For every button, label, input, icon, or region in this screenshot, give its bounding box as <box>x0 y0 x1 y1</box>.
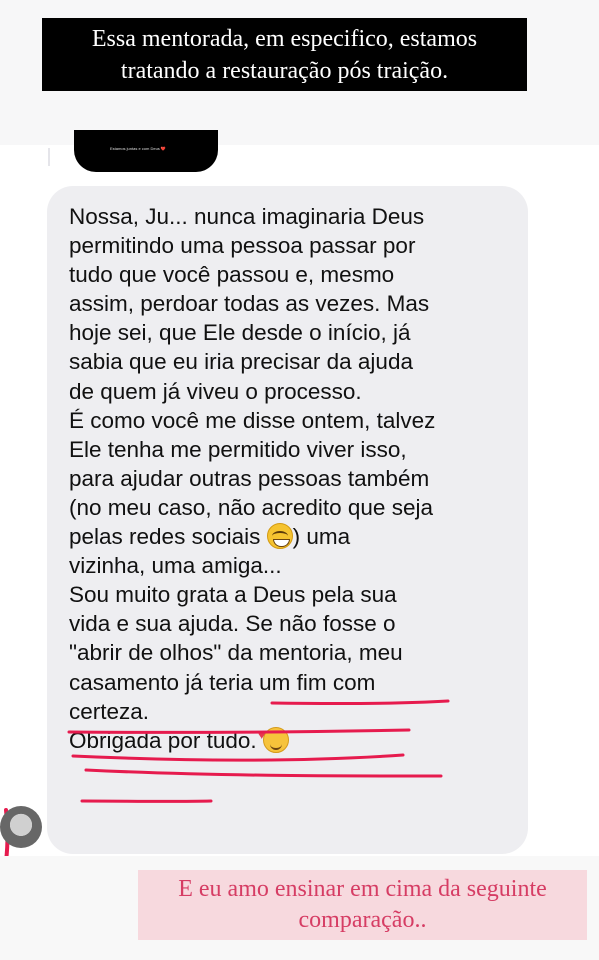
message-line: assim, perdoar todas as vezes. Mas <box>69 291 430 317</box>
message-line: certeza. <box>69 698 150 724</box>
message-line: Sou muito grata a Deus pela sua <box>69 582 397 608</box>
caption-line: comparação.. <box>298 907 427 933</box>
message-text: Nossa, Ju... nunca imaginaria Deus permi… <box>69 202 519 755</box>
caption-line: tratando a restauração pós traição. <box>120 58 449 84</box>
message-line: É como você me disse ontem, talvez <box>69 407 436 433</box>
avatar[interactable] <box>0 806 42 848</box>
message-line: Ele tenha me permitido viver isso, <box>69 436 407 462</box>
message-fragment: pelas redes sociais <box>69 524 261 550</box>
message-line: tudo que você passou e, mesmo <box>69 262 395 288</box>
message-line-with-emoji: pelas redes sociais ) uma <box>69 522 519 551</box>
message-fragment: Obrigada por tudo. <box>69 727 257 753</box>
message-line: casamento já teria um fim com <box>69 669 376 695</box>
message-line: Nossa, Ju... nunca imaginaria Deus <box>69 204 425 229</box>
caption-line: Essa mentorada, em especifico, estamos <box>91 26 478 52</box>
message-line: "abrir de olhos" da mentoria, meu <box>69 640 403 666</box>
message-line: sabia que eu iria precisar da ajuda <box>69 349 413 375</box>
chat-divider <box>48 148 50 166</box>
message-line: hoje sei, que Ele desde o início, já <box>69 320 411 346</box>
message-line: permitindo uma pessoa passar por <box>69 233 416 259</box>
story-top-caption: Essa mentorada, em especifico, estamos t… <box>42 18 527 91</box>
previous-message-bubble[interactable]: Estamos juntas e com Deus ❤️ <box>74 130 218 172</box>
message-line-with-emoji: Obrigada por tudo. <box>69 720 519 755</box>
message-line: para ajudar outras pessoas também <box>69 465 430 491</box>
message-line: vida e sua ajuda. Se não fosse o <box>69 611 396 637</box>
story-bottom-caption: E eu amo ensinar em cima da seguinte com… <box>138 870 587 940</box>
message-line: de quem já viveu o processo. <box>69 378 362 404</box>
message-fragment: ) uma <box>292 524 351 550</box>
message-line: vizinha, uma amiga... <box>69 553 282 579</box>
message-line: (no meu caso, não acredito que seja <box>69 494 433 520</box>
grinning-sweat-emoji-icon <box>266 523 293 550</box>
caption-line: E eu amo ensinar em cima da seguinte <box>178 876 547 902</box>
smiling-face-with-hearts-emoji-icon <box>258 720 289 753</box>
